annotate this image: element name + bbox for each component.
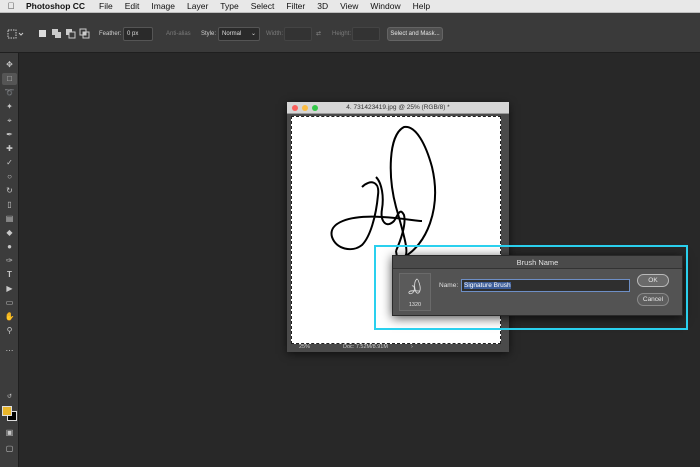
width-label: Width: [266,31,284,37]
intersect-selection-icon[interactable] [79,27,90,41]
eraser-tool-icon[interactable]: ▯ [2,199,17,211]
brush-tool-icon[interactable]: ✓ [2,157,17,169]
zoom-level[interactable]: 25% [299,343,310,352]
brush-name-input[interactable]: Signature Brush [461,279,630,292]
brush-name-dialog: Brush Name 1320 Name: Signature Brush OK… [392,255,683,316]
document-status-bar: 25% Doc: 7.52M/8.91M › [287,343,509,352]
minimize-window-icon[interactable] [302,105,308,111]
eyedropper-tool-icon[interactable]: ✒ [2,129,17,141]
new-selection-icon[interactable] [38,27,48,41]
feather-input[interactable]: 0 px [123,27,153,41]
style-label: Style: [201,31,217,37]
foreground-color-swatch[interactable] [2,406,12,416]
lasso-tool-icon[interactable]: ➰ [2,87,17,99]
swap-colors-icon[interactable]: ↺ [2,391,17,403]
blur-tool-icon[interactable]: ◆ [2,227,17,239]
clone-stamp-tool-icon[interactable]: ○ [2,171,17,183]
brush-size-value: 1320 [408,302,422,308]
dodge-tool-icon[interactable]: ● [2,241,17,253]
status-menu-icon[interactable]: › [411,343,413,352]
cancel-button[interactable]: Cancel [637,293,669,306]
menu-app-name[interactable]: Photoshop CC [22,1,93,11]
document-title: 4. 731423419.jpg @ 25% (RGB/8) * [346,104,450,111]
brush-tip-thumbnail [408,278,421,295]
options-bar: Feather: 0 px Anti-alias Style: Normal ⌄… [0,13,700,53]
quick-mask-icon[interactable]: ▣ [2,427,17,439]
menu-view[interactable]: View [334,1,364,11]
type-tool-icon[interactable]: T [2,269,17,281]
add-selection-icon[interactable] [51,27,62,41]
ok-button[interactable]: OK [637,274,669,287]
menu-3d[interactable]: 3D [311,1,334,11]
crop-tool-icon[interactable]: ⌖ [2,115,17,127]
menu-file[interactable]: File [93,1,119,11]
menu-select[interactable]: Select [245,1,281,11]
width-input[interactable] [284,27,312,41]
style-select[interactable]: Normal ⌄ [218,27,260,41]
menu-filter[interactable]: Filter [280,1,311,11]
name-label: Name: [439,282,459,289]
hand-tool-icon[interactable]: ✋ [2,311,17,323]
move-tool-icon[interactable]: ✥ [2,59,17,71]
pen-tool-icon[interactable]: ✑ [2,255,17,267]
menu-edit[interactable]: Edit [119,1,146,11]
magic-wand-tool-icon[interactable]: ✦ [2,101,17,113]
menu-type[interactable]: Type [214,1,244,11]
select-and-mask-button[interactable]: Select and Mask... [387,27,443,41]
document-size: Doc: 7.52M/8.91M [343,344,388,350]
maximize-window-icon[interactable] [312,105,318,111]
subtract-selection-icon[interactable] [65,27,76,41]
anti-alias-checkbox[interactable]: Anti-alias [166,27,191,41]
menu-bar:  Photoshop CC File Edit Image Layer Typ… [0,0,700,13]
menu-window[interactable]: Window [364,1,406,11]
close-window-icon[interactable] [292,105,298,111]
marquee-tool-icon[interactable]: □ [2,73,17,85]
swap-dimensions-icon[interactable]: ⇄ [316,27,326,41]
chevron-down-icon: ⌄ [250,31,256,37]
tools-panel: ✥ □ ➰ ✦ ⌖ ✒ ✚ ✓ ○ ↻ ▯ ▤ ◆ ● ✑ T ▶ ▭ ✋ ⚲ … [0,53,19,467]
gradient-tool-icon[interactable]: ▤ [2,213,17,225]
brush-preview: 1320 [399,273,431,311]
brush-name-value: Signature Brush [464,282,511,289]
apple-icon[interactable]:  [0,1,22,11]
height-input[interactable] [352,27,380,41]
dialog-title: Brush Name [393,256,682,269]
style-value: Normal [222,31,242,37]
menu-layer[interactable]: Layer [181,1,214,11]
shape-tool-icon[interactable]: ▭ [2,297,17,309]
marquee-preset-icon[interactable] [6,27,26,41]
path-selection-tool-icon[interactable]: ▶ [2,283,17,295]
document-title-bar[interactable]: 4. 731423419.jpg @ 25% (RGB/8) * [287,102,509,114]
healing-brush-tool-icon[interactable]: ✚ [2,143,17,155]
more-tools-icon[interactable]: ⋯ [2,345,17,357]
screen-mode-icon[interactable]: ▢ [2,443,17,455]
feather-label: Feather: [99,31,122,37]
height-label: Height: [332,31,352,37]
zoom-tool-icon[interactable]: ⚲ [2,325,17,337]
menu-help[interactable]: Help [407,1,436,11]
menu-image[interactable]: Image [145,1,181,11]
history-brush-tool-icon[interactable]: ↻ [2,185,17,197]
